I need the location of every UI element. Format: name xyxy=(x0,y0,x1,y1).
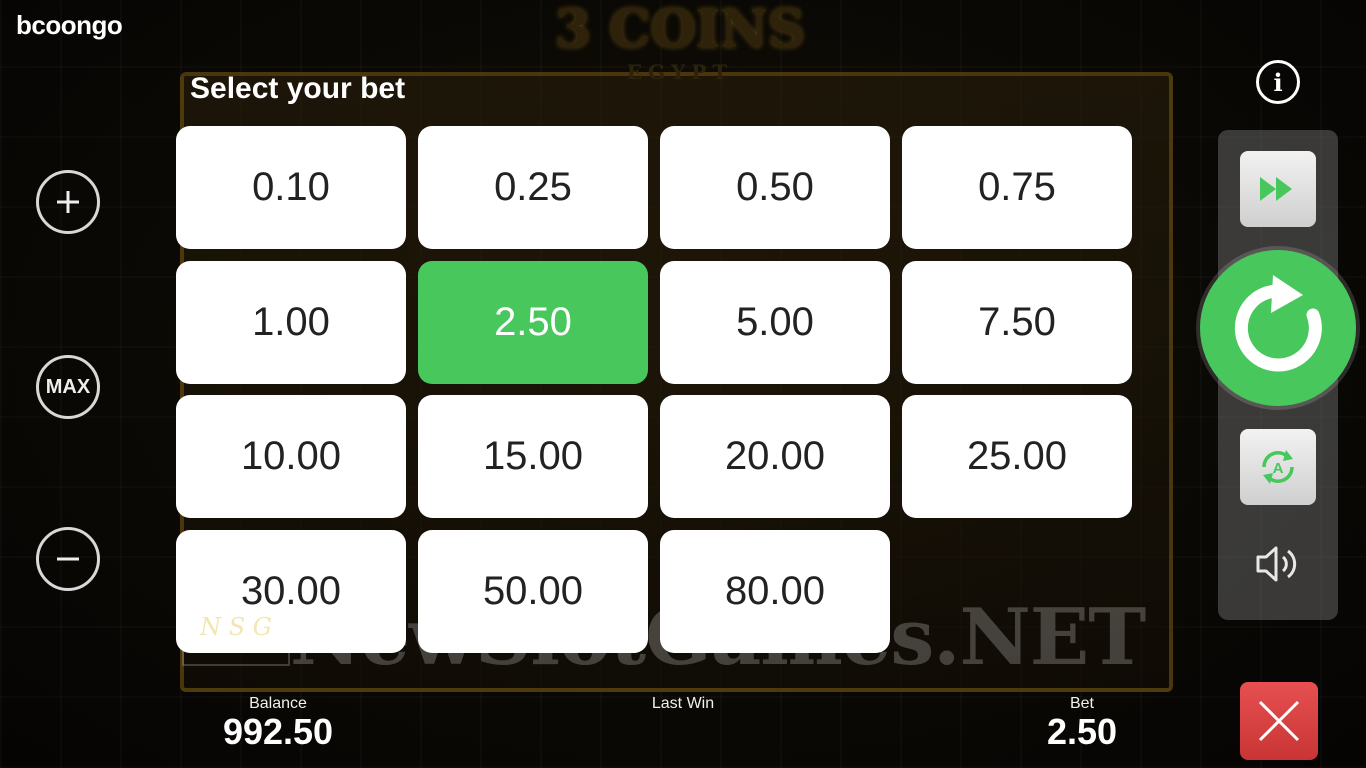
bet-option[interactable]: 20.00 xyxy=(660,395,890,518)
balance-display: Balance 992.50 xyxy=(208,695,348,751)
bet-option[interactable]: 0.75 xyxy=(902,126,1132,249)
bet-option[interactable]: 0.25 xyxy=(418,126,648,249)
balance-value: 992.50 xyxy=(222,711,334,752)
autoplay-button[interactable]: A xyxy=(1240,429,1316,505)
bet-option[interactable]: 0.10 xyxy=(176,126,406,249)
watermark-text: NewSlotGames.NET xyxy=(290,592,1146,683)
bet-option[interactable]: 25.00 xyxy=(902,395,1132,518)
svg-text:A: A xyxy=(1273,460,1284,477)
bet-option[interactable]: 5.00 xyxy=(660,261,890,384)
last-win-label: Last Win xyxy=(651,695,715,712)
sound-icon xyxy=(1256,546,1297,582)
plus-icon xyxy=(57,191,79,213)
decrease-bet-button[interactable] xyxy=(36,527,100,591)
close-bet-panel-button[interactable] xyxy=(1240,682,1318,760)
bet-option[interactable]: 7.50 xyxy=(902,261,1132,384)
turbo-button[interactable] xyxy=(1240,151,1316,227)
increase-bet-button[interactable] xyxy=(36,170,100,234)
last-win-display: Last Win xyxy=(620,695,746,713)
game-title-main: 3 COINS xyxy=(554,0,806,60)
fast-forward-icon xyxy=(1260,177,1292,201)
close-icon xyxy=(1258,700,1300,742)
bet-value: 2.50 xyxy=(1046,711,1118,752)
bet-option[interactable]: 0.50 xyxy=(660,126,890,249)
brand-logo: bcoongo xyxy=(16,10,123,40)
bet-option[interactable]: 10.00 xyxy=(176,395,406,518)
bet-option[interactable]: 15.00 xyxy=(418,395,648,518)
max-bet-button[interactable]: MAX xyxy=(36,355,100,419)
game-title-logo: 3 COINS EGYPT xyxy=(480,0,880,84)
sound-button[interactable] xyxy=(1252,540,1304,588)
autoplay-icon: A xyxy=(1262,450,1294,484)
info-icon: i xyxy=(1273,67,1283,97)
bet-option[interactable]: 1.00 xyxy=(176,261,406,384)
info-button[interactable]: i xyxy=(1256,60,1300,104)
minus-icon xyxy=(57,557,79,561)
watermark-logo: N S G xyxy=(182,612,290,666)
bet-panel-title: Select your bet xyxy=(190,72,406,105)
bet-options-grid: 0.10 0.25 0.50 0.75 1.00 2.50 5.00 7.50 … xyxy=(176,126,1136,656)
spin-button[interactable] xyxy=(1200,250,1356,406)
bet-display: Bet 2.50 xyxy=(1030,695,1134,751)
spin-icon xyxy=(1234,275,1322,372)
game-title-sub: EGYPT xyxy=(626,60,734,84)
bet-option-selected[interactable]: 2.50 xyxy=(418,261,648,384)
